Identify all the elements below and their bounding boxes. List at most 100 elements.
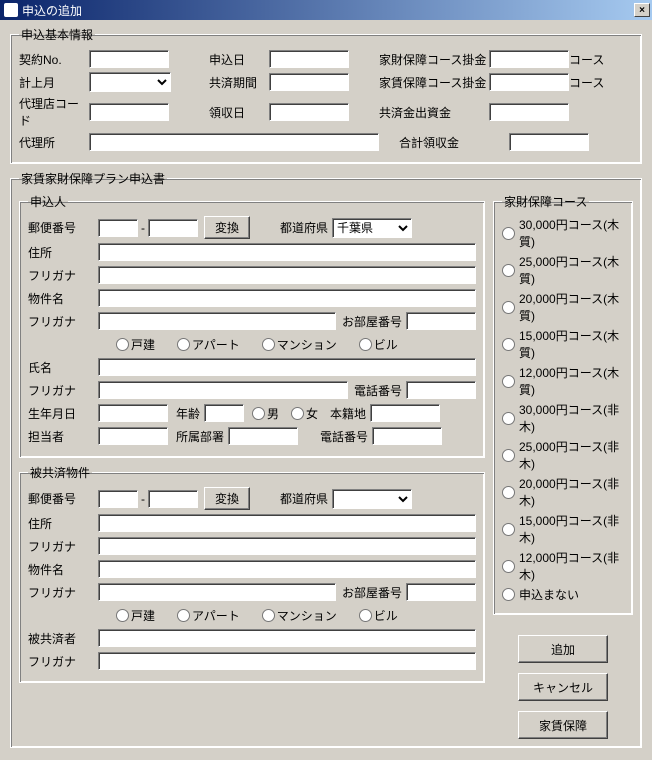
otoko-radio[interactable]: [252, 407, 265, 420]
label-honseki: 本籍地: [330, 405, 366, 422]
label-denwa: 電話番号: [354, 382, 402, 399]
seinen-input[interactable]: [98, 404, 168, 422]
application-form-group: 家賃家財保障プラン申込書 申込人 郵便番号 - 変換 都道府県 千葉県: [10, 170, 642, 748]
p-jusho-input[interactable]: [98, 514, 476, 532]
label-hikyousaisha: 被共済者: [28, 630, 98, 647]
course-label-9: 12,000円コース(非木): [519, 549, 624, 583]
todofuken-select[interactable]: 千葉県: [332, 218, 412, 238]
course-label-6: 25,000円コース(非木): [519, 438, 624, 472]
label-furigana-3: フリガナ: [28, 382, 98, 399]
onna-radio[interactable]: [291, 407, 304, 420]
label-oheya: お部屋番号: [342, 313, 402, 330]
p-oheya-input[interactable]: [406, 583, 476, 601]
tantousha-input[interactable]: [98, 427, 168, 445]
kazai-kakekin-input[interactable]: [489, 50, 569, 68]
property-group: 被共済物件 郵便番号 - 変換 都道府県 住所: [19, 464, 485, 683]
yachin-hoshou-button[interactable]: 家賃保障: [518, 711, 608, 739]
p-bukken-input[interactable]: [98, 560, 476, 578]
course-radio-7[interactable]: [502, 486, 515, 499]
course-radio-2[interactable]: [502, 301, 515, 314]
dairiten-input[interactable]: [89, 133, 379, 151]
course-radio-6[interactable]: [502, 449, 515, 462]
denwa-input[interactable]: [406, 381, 476, 399]
p-building-radio[interactable]: [359, 609, 372, 622]
course-label-1: 25,000円コース(木質): [519, 253, 624, 287]
label-nenrei: 年齢: [176, 405, 200, 422]
p-apart-radio[interactable]: [177, 609, 190, 622]
p-yubin2-input[interactable]: [148, 490, 198, 508]
jusho-input[interactable]: [98, 243, 476, 261]
honseki-input[interactable]: [370, 404, 440, 422]
p-bukken-furigana-input[interactable]: [98, 583, 336, 601]
course-label-3: 15,000円コース(木質): [519, 327, 624, 361]
label-furigana-2: フリガナ: [28, 313, 98, 330]
course-radio-0[interactable]: [502, 227, 515, 240]
ryoushuu-date-input[interactable]: [269, 103, 349, 121]
p-yubin1-input[interactable]: [98, 490, 138, 508]
mansion-radio[interactable]: [262, 338, 275, 351]
shozoku-input[interactable]: [228, 427, 298, 445]
course-radio-9[interactable]: [502, 560, 515, 573]
course-radio-4[interactable]: [502, 375, 515, 388]
yubin1-input[interactable]: [98, 219, 138, 237]
course-radio-3[interactable]: [502, 338, 515, 351]
cancel-button[interactable]: キャンセル: [518, 673, 608, 701]
label-yubin: 郵便番号: [28, 219, 98, 236]
bukken-furigana-input[interactable]: [98, 312, 336, 330]
label-keijou-tsuki: 計上月: [19, 74, 89, 91]
basic-info-legend: 申込基本情報: [19, 26, 95, 43]
goukei-ryoushuu-input[interactable]: [509, 133, 589, 151]
label-furigana-p3: フリガナ: [28, 653, 98, 670]
yubin2-input[interactable]: [148, 219, 198, 237]
label-todofuken-p: 都道府県: [280, 490, 328, 507]
p-mansion-radio[interactable]: [262, 609, 275, 622]
course-radio-8[interactable]: [502, 523, 515, 536]
moushikomi-date-input[interactable]: [269, 50, 349, 68]
p-henkan-button[interactable]: 変換: [204, 487, 250, 510]
building-radio[interactable]: [359, 338, 372, 351]
kyousai-kikan-input[interactable]: [269, 73, 349, 91]
course-radio-5[interactable]: [502, 412, 515, 425]
building-type-radios: 戸建 アパート マンション ビル: [28, 334, 476, 354]
dash: -: [138, 221, 148, 235]
tantou-denwa-input[interactable]: [372, 427, 442, 445]
hikyousaisha-input[interactable]: [98, 629, 476, 647]
add-button[interactable]: 追加: [518, 635, 608, 663]
keiyaku-no-input[interactable]: [89, 50, 169, 68]
label-furigana-p1: フリガナ: [28, 538, 98, 555]
applicant-group: 申込人 郵便番号 - 変換 都道府県 千葉県 住所: [19, 193, 485, 458]
course-label-2: 20,000円コース(木質): [519, 290, 624, 324]
course-radio-1[interactable]: [502, 264, 515, 277]
label-keiyaku-no: 契約No.: [19, 51, 89, 68]
course-label-0: 30,000円コース(木質): [519, 216, 624, 250]
shusshikin-input[interactable]: [489, 103, 569, 121]
henkan-button[interactable]: 変換: [204, 216, 250, 239]
kodate-radio[interactable]: [116, 338, 129, 351]
bukken-mei-input[interactable]: [98, 289, 476, 307]
apart-radio[interactable]: [177, 338, 190, 351]
applicant-legend: 申込人: [28, 193, 68, 210]
hikyousaisha-furigana-input[interactable]: [98, 652, 476, 670]
oheya-input[interactable]: [406, 312, 476, 330]
course-suffix-2: コース: [569, 74, 604, 91]
nenrei-input[interactable]: [204, 404, 244, 422]
shimei-furigana-input[interactable]: [98, 381, 348, 399]
course-legend: 家財保障コース: [502, 193, 589, 210]
keijou-tsuki-select[interactable]: [89, 72, 171, 92]
close-button[interactable]: ×: [634, 3, 650, 17]
course-radio-10[interactable]: [502, 588, 515, 601]
label-tantousha: 担当者: [28, 428, 98, 445]
jusho-furigana-input[interactable]: [98, 266, 476, 284]
p-kodate-radio[interactable]: [116, 609, 129, 622]
yachin-kakekin-input[interactable]: [489, 73, 569, 91]
label-shozoku: 所属部署: [176, 428, 224, 445]
p-jusho-furigana-input[interactable]: [98, 537, 476, 555]
label-furigana-p2: フリガナ: [28, 584, 98, 601]
dairiten-code-input[interactable]: [89, 103, 169, 121]
label-oheya-p: お部屋番号: [342, 584, 402, 601]
label-bukken-mei: 物件名: [28, 290, 98, 307]
p-todofuken-select[interactable]: [332, 489, 412, 509]
shimei-input[interactable]: [98, 358, 476, 376]
course-label-8: 15,000円コース(非木): [519, 512, 624, 546]
course-label-4: 12,000円コース(木質): [519, 364, 624, 398]
